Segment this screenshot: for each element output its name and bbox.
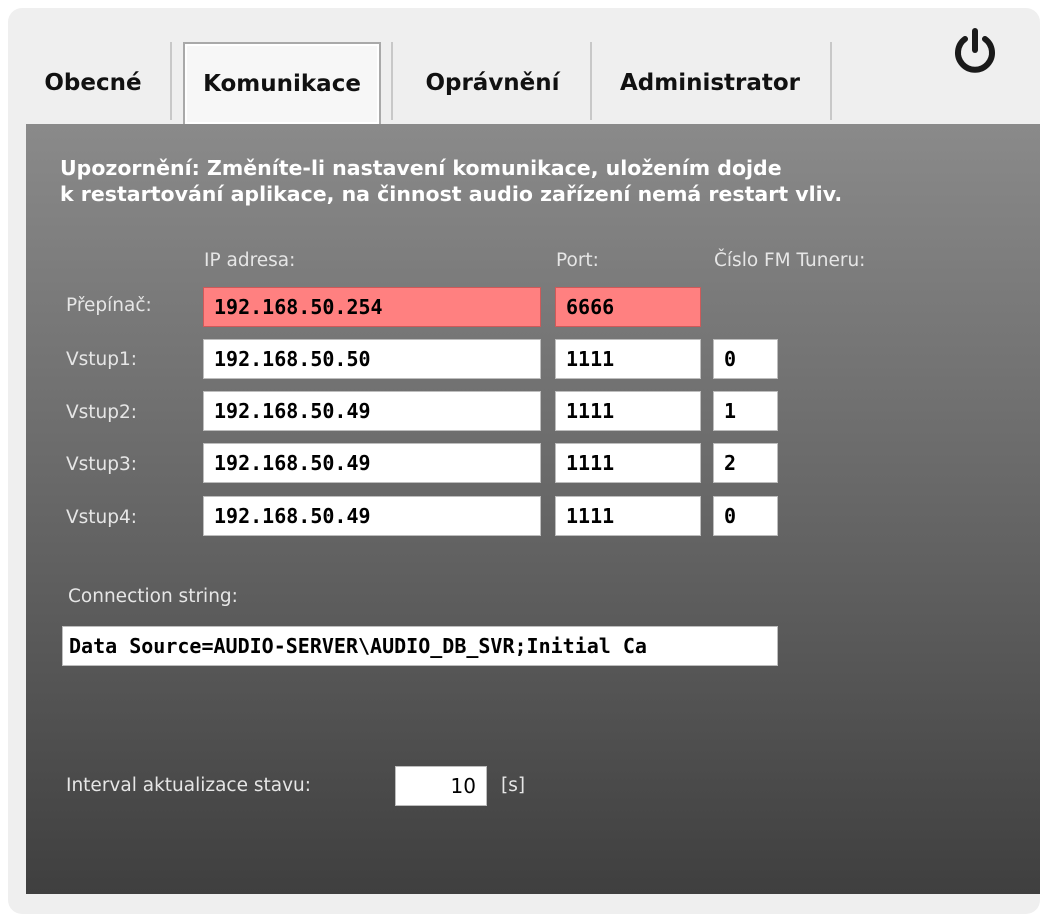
vstup4-tuner-input[interactable]: 0 <box>713 496 778 536</box>
vstup2-port-input[interactable]: 1111 <box>555 391 701 431</box>
tab-separator <box>170 42 172 120</box>
row-label-vstup1: Vstup1: <box>66 349 138 370</box>
vstup2-ip-input[interactable]: 192.168.50.49 <box>203 391 541 431</box>
vstup2-tuner-input[interactable]: 1 <box>713 391 778 431</box>
row-label-vstup4: Vstup4: <box>66 507 138 528</box>
warning-text: Upozornění: Změníte-li nastavení komunik… <box>60 155 842 207</box>
column-header-port: Port: <box>556 250 599 271</box>
interval-unit: [s] <box>501 775 526 796</box>
tab-komunikace[interactable]: Komunikace <box>183 42 381 124</box>
tab-separator <box>391 42 393 120</box>
column-header-ip: IP adresa: <box>204 250 296 271</box>
row-label-vstup3: Vstup3: <box>66 454 138 475</box>
row-label-prepinac: Přepínač: <box>66 295 152 316</box>
vstup3-port-input[interactable]: 1111 <box>555 443 701 483</box>
vstup1-ip-input[interactable]: 192.168.50.50 <box>203 339 541 379</box>
interval-input[interactable]: 10 <box>395 766 487 806</box>
vstup4-port-input[interactable]: 1111 <box>555 496 701 536</box>
vstup1-tuner-input[interactable]: 0 <box>713 339 778 379</box>
column-header-tuner: Číslo FM Tuneru: <box>714 250 866 271</box>
row-label-vstup2: Vstup2: <box>66 402 138 423</box>
interval-label: Interval aktualizace stavu: <box>66 775 311 796</box>
tab-obecne[interactable]: Obecné <box>38 42 148 124</box>
power-icon[interactable] <box>950 26 1000 76</box>
tab-separator <box>590 42 592 120</box>
vstup1-port-input[interactable]: 1111 <box>555 339 701 379</box>
vstup3-tuner-input[interactable]: 2 <box>713 443 778 483</box>
prepinac-ip-input[interactable]: 192.168.50.254 <box>203 287 541 327</box>
tab-administrator[interactable]: Administrator <box>605 42 815 124</box>
tab-opravneni[interactable]: Oprávnění <box>405 42 580 124</box>
connection-string-input[interactable]: Data Source=AUDIO-SERVER\AUDIO_DB_SVR;In… <box>62 626 778 666</box>
vstup3-ip-input[interactable]: 192.168.50.49 <box>203 443 541 483</box>
warning-line-2: k restartování aplikace, na činnost audi… <box>60 182 843 206</box>
warning-line-1: Upozornění: Změníte-li nastavení komunik… <box>60 156 782 180</box>
vstup4-ip-input[interactable]: 192.168.50.49 <box>203 496 541 536</box>
tab-separator <box>830 42 832 120</box>
prepinac-port-input[interactable]: 6666 <box>555 287 701 327</box>
connection-string-label: Connection string: <box>68 586 238 607</box>
